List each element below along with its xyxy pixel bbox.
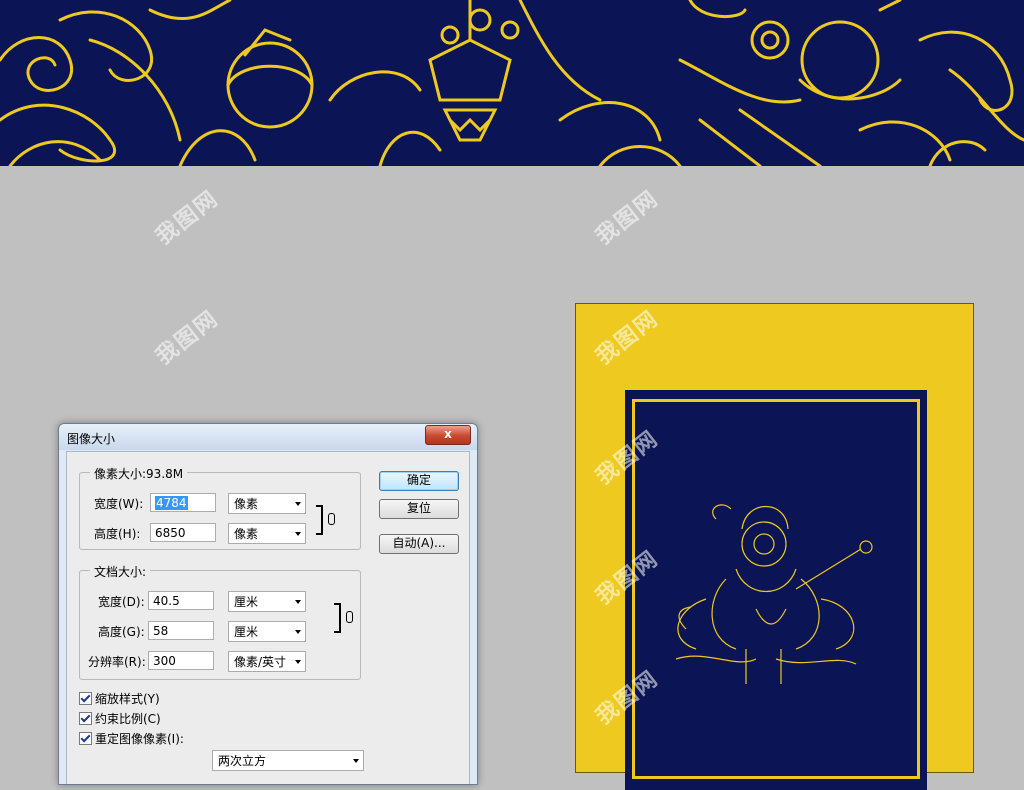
- chevron-down-icon: [295, 600, 301, 604]
- resample-image-checkbox[interactable]: 重定图像像素(I):: [79, 730, 184, 747]
- chevron-down-icon: [295, 630, 301, 634]
- close-button[interactable]: x: [425, 425, 471, 445]
- resolution-label: 分辨率(R):: [88, 655, 146, 669]
- pixel-dimensions-legend: 像素大小:93.8M: [90, 465, 188, 482]
- reset-button[interactable]: 复位: [379, 499, 459, 519]
- doc-height-unit-select[interactable]: 厘米: [228, 621, 306, 642]
- pixel-height-input[interactable]: 6850: [150, 523, 216, 542]
- constrain-link-bracket: [334, 603, 341, 633]
- doc-width-input[interactable]: 40.5: [148, 591, 214, 610]
- poster-preview: [575, 303, 974, 790]
- document-size-group: 文档大小: 宽度(D): 40.5 厘米 高度(G): 58 厘米 分辨率(R)…: [79, 563, 361, 680]
- pixel-width-unit-select[interactable]: 像素: [228, 493, 306, 514]
- document-size-legend: 文档大小:: [90, 563, 151, 580]
- dialog-body: 像素大小:93.8M 宽度(W): 4784 像素 高度(H): 6850 像素…: [66, 451, 470, 784]
- checkbox-checked-icon: [79, 732, 92, 745]
- resolution-input[interactable]: 300: [148, 651, 214, 670]
- chevron-down-icon: [295, 502, 301, 506]
- doc-width-unit-select[interactable]: 厘米: [228, 591, 306, 612]
- scale-styles-checkbox[interactable]: 缩放样式(Y): [79, 690, 160, 707]
- pixel-width-input[interactable]: 4784: [150, 493, 216, 512]
- auto-button[interactable]: 自动(A)...: [379, 534, 459, 554]
- ornament-artwork: [0, 0, 1024, 166]
- pixel-height-unit-select[interactable]: 像素: [228, 523, 306, 544]
- decorative-banner: [0, 0, 1024, 166]
- constrain-link-bracket: [316, 505, 323, 535]
- ok-button[interactable]: 确定: [379, 471, 459, 491]
- chain-link-icon: [328, 513, 335, 525]
- pixel-width-label: 宽度(W):: [94, 497, 144, 511]
- dialog-title: 图像大小: [67, 432, 116, 446]
- pixel-dimensions-group: 像素大小:93.8M 宽度(W): 4784 像素 高度(H): 6850 像素: [79, 465, 361, 550]
- checkbox-checked-icon: [79, 712, 92, 725]
- resolution-unit-select[interactable]: 像素/英寸: [228, 651, 306, 672]
- doc-width-label: 宽度(D):: [98, 595, 145, 609]
- deity-illustration: [675, 504, 873, 684]
- chevron-down-icon: [295, 660, 301, 664]
- doc-height-label: 高度(G):: [98, 625, 145, 639]
- chevron-down-icon: [295, 532, 301, 536]
- constrain-proportions-checkbox[interactable]: 约束比例(C): [79, 710, 161, 727]
- chain-link-icon: [346, 611, 353, 623]
- chevron-down-icon: [353, 759, 359, 763]
- dialog-titlebar[interactable]: 图像大小 x: [59, 424, 477, 450]
- doc-height-input[interactable]: 58: [148, 621, 214, 640]
- checkbox-checked-icon: [79, 692, 92, 705]
- pixel-height-label: 高度(H):: [94, 527, 141, 541]
- image-size-dialog: 图像大小 x 像素大小:93.8M 宽度(W): 4784 像素 高度(H): …: [58, 423, 478, 785]
